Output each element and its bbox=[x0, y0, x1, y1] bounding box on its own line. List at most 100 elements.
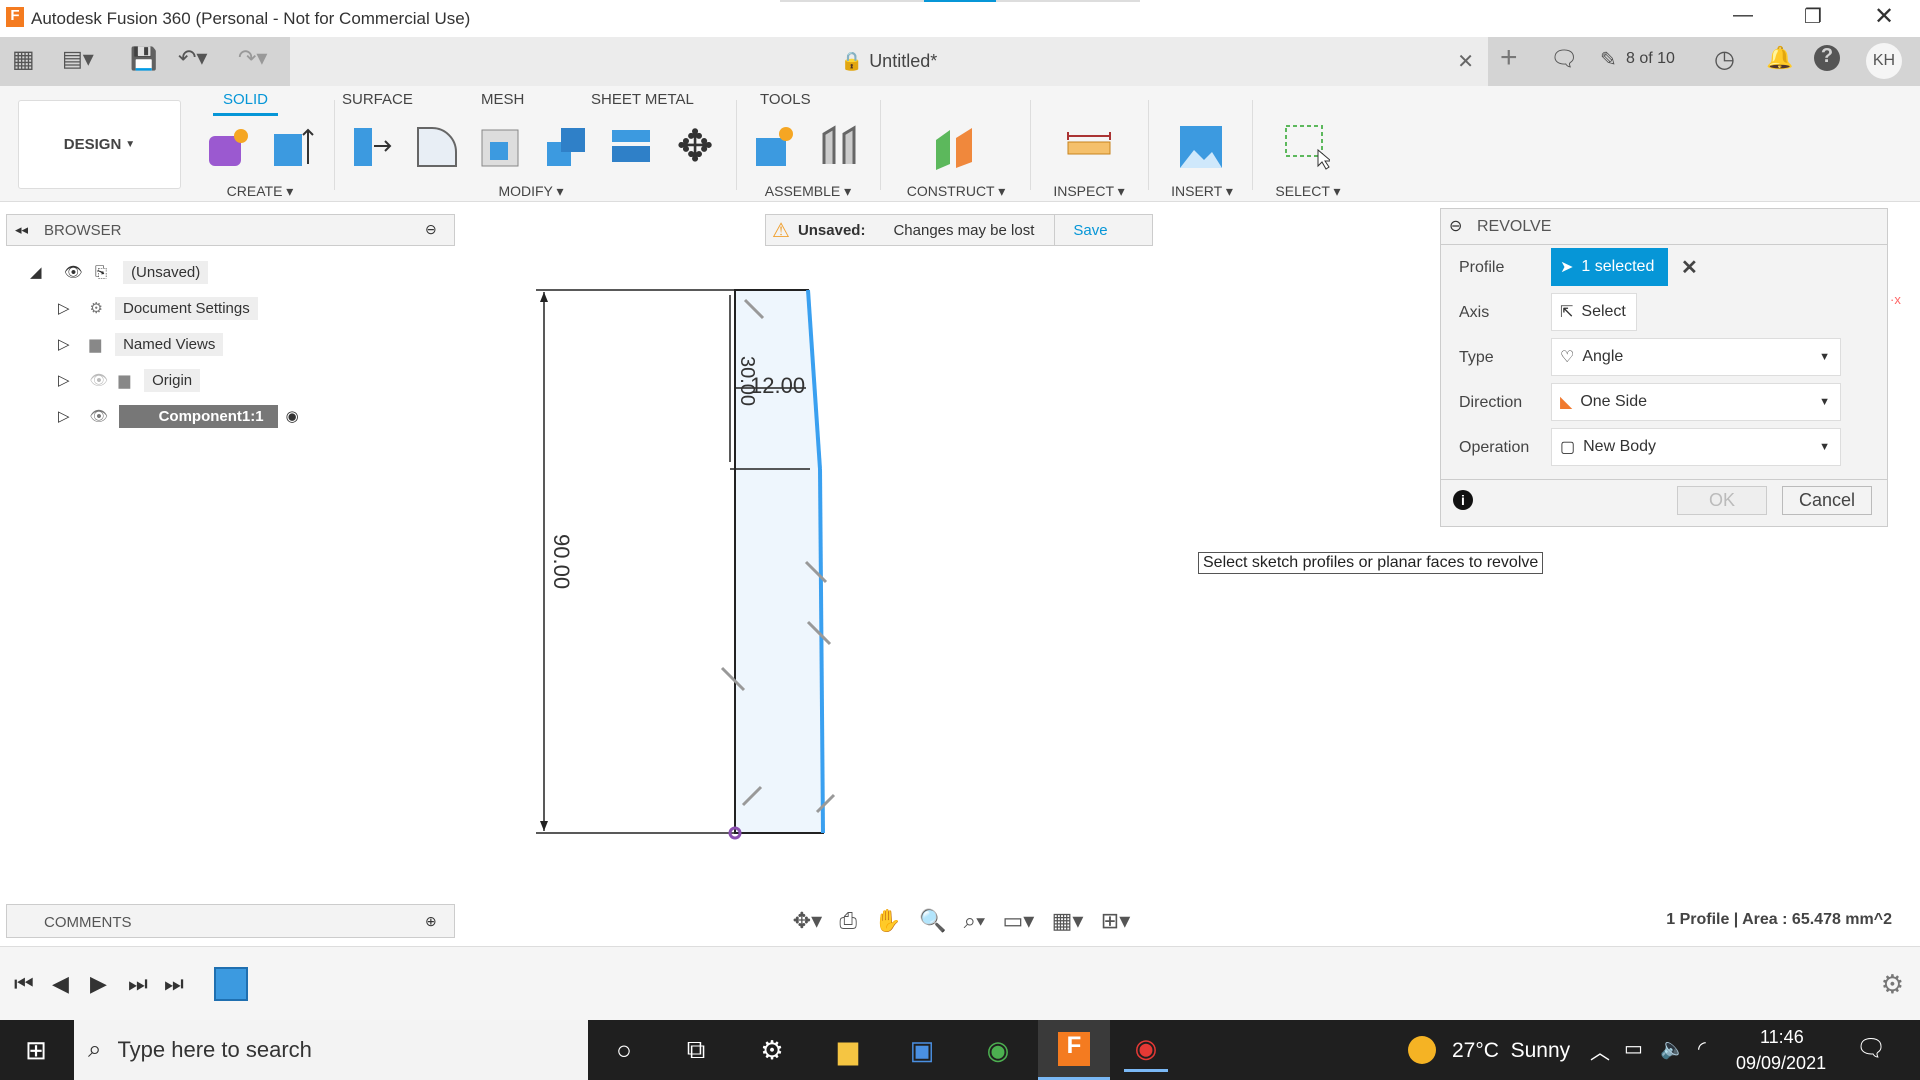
combine-icon[interactable] bbox=[543, 124, 589, 170]
save-link[interactable]: Save bbox=[1073, 222, 1107, 239]
info-icon[interactable]: i bbox=[1453, 490, 1473, 510]
workspace-switcher[interactable]: DESIGN ▼ bbox=[18, 100, 181, 189]
file-explorer-icon[interactable]: ▆ bbox=[826, 1028, 870, 1072]
job-status-icon[interactable]: ✎ bbox=[1600, 47, 1617, 72]
show-hidden-icons[interactable]: ︿ bbox=[1590, 1036, 1610, 1065]
browser-item-component[interactable]: ▷ 👁 Component1:1 ◉ bbox=[58, 401, 299, 431]
eye-icon[interactable]: 👁 bbox=[64, 263, 83, 281]
cortana-icon[interactable]: ○ bbox=[602, 1028, 646, 1072]
fit-icon[interactable]: ⌕▾ bbox=[964, 908, 986, 934]
play-icon[interactable]: ▶ bbox=[90, 971, 107, 997]
redo-icon[interactable]: ↷▾ bbox=[238, 45, 267, 71]
help-icon[interactable]: ? bbox=[1814, 45, 1840, 71]
undo-icon[interactable]: ↶▾ bbox=[178, 45, 207, 71]
save-icon[interactable]: 💾 bbox=[130, 46, 157, 72]
clock-icon[interactable]: ◷ bbox=[1714, 45, 1735, 74]
close-window-button[interactable]: ✕ bbox=[1874, 2, 1894, 31]
select-menu[interactable]: SELECT ▾ bbox=[1275, 183, 1340, 200]
browser-item-document-settings[interactable]: ▷ ⚙ Document Settings bbox=[58, 293, 258, 323]
direction-dropdown[interactable]: ◣ One Side ▼ bbox=[1551, 383, 1841, 421]
eye-icon[interactable]: 👁 bbox=[90, 407, 109, 425]
minimize-button[interactable]: — bbox=[1733, 4, 1753, 27]
clear-selection-icon[interactable]: ✕ bbox=[1681, 255, 1698, 280]
cancel-button[interactable]: Cancel bbox=[1782, 486, 1872, 515]
shell-icon[interactable] bbox=[478, 124, 524, 170]
tab-tools[interactable]: TOOLS bbox=[760, 91, 811, 108]
tab-solid[interactable]: SOLID bbox=[213, 91, 279, 116]
document-tab[interactable]: 🔒 Untitled* ✕ bbox=[290, 37, 1488, 86]
volume-icon[interactable]: 🔈 bbox=[1660, 1036, 1685, 1061]
axis-selector[interactable]: ⇱ Select bbox=[1551, 293, 1637, 331]
comments-icon[interactable]: 🗨 bbox=[1550, 46, 1578, 72]
operation-dropdown[interactable]: ▢ New Body ▼ bbox=[1551, 428, 1841, 466]
job-status-count[interactable]: 8 of 10 bbox=[1626, 50, 1675, 68]
notification-bell-icon[interactable]: 🔔 bbox=[1766, 45, 1793, 71]
timeline-settings-icon[interactable]: ⚙ bbox=[1881, 969, 1904, 1000]
profile-selector[interactable]: ➤ 1 selected bbox=[1551, 248, 1668, 286]
pan-icon[interactable]: ✋ bbox=[874, 908, 901, 934]
close-tab-icon[interactable]: ✕ bbox=[1457, 49, 1474, 74]
apps-grid-icon[interactable]: ▦ bbox=[12, 45, 35, 74]
viewports-icon[interactable]: ⊞▾ bbox=[1101, 908, 1130, 934]
ok-button[interactable]: OK bbox=[1677, 486, 1767, 515]
assemble-menu[interactable]: ASSEMBLE ▾ bbox=[765, 183, 851, 200]
new-component-icon[interactable] bbox=[205, 124, 251, 170]
type-dropdown[interactable]: ♡ Angle ▼ bbox=[1551, 338, 1841, 376]
go-to-end-icon[interactable]: ⏭ bbox=[164, 971, 184, 997]
file-menu-icon[interactable]: ▤▾ bbox=[62, 46, 94, 72]
go-to-start-icon[interactable]: ⏮ bbox=[14, 971, 34, 997]
restore-button[interactable]: ❐ bbox=[1804, 4, 1822, 29]
construct-menu[interactable]: CONSTRUCT ▾ bbox=[907, 183, 1006, 200]
modify-menu[interactable]: MODIFY ▾ bbox=[498, 183, 563, 200]
offset-plane-icon[interactable] bbox=[932, 124, 978, 170]
step-forward-icon[interactable]: ⏭ bbox=[128, 971, 148, 997]
browser-minimize-icon[interactable]: ⊖ bbox=[425, 221, 437, 238]
chrome-icon[interactable]: ◉ bbox=[976, 1028, 1020, 1072]
step-back-icon[interactable]: ◀ bbox=[52, 971, 69, 997]
tab-sheet-metal[interactable]: SHEET METAL bbox=[591, 91, 694, 108]
move-icon[interactable]: ✥ bbox=[672, 124, 718, 170]
new-component-assemble-icon[interactable] bbox=[752, 124, 798, 170]
wifi-icon[interactable]: ◜ bbox=[1698, 1036, 1706, 1061]
dimension-90[interactable]: 90.00 bbox=[549, 534, 574, 589]
chrome-icon-2[interactable]: ◉ bbox=[1124, 1028, 1168, 1072]
settings-icon[interactable]: ⚙ bbox=[750, 1028, 794, 1072]
new-tab-button[interactable]: + bbox=[1500, 41, 1518, 75]
activate-component-icon[interactable]: ◉ bbox=[286, 407, 299, 425]
collapse-browser-icon[interactable]: ◂◂ bbox=[15, 222, 28, 238]
add-comment-icon[interactable]: ⊕ bbox=[425, 913, 437, 930]
press-pull-icon[interactable] bbox=[350, 124, 396, 170]
fusion-taskbar-icon[interactable]: F bbox=[1038, 1020, 1110, 1080]
joint-icon[interactable] bbox=[818, 124, 864, 170]
orbit-icon[interactable]: ✥▾ bbox=[793, 908, 822, 934]
measure-icon[interactable] bbox=[1066, 124, 1112, 170]
tab-mesh[interactable]: MESH bbox=[481, 91, 524, 108]
create-menu[interactable]: CREATE ▾ bbox=[227, 183, 294, 200]
dimension-12[interactable]: 12.00 bbox=[750, 373, 805, 398]
zoom-icon[interactable]: 🔍 bbox=[919, 908, 946, 934]
task-view-icon[interactable]: ⧉ bbox=[674, 1028, 718, 1072]
insert-menu[interactable]: INSERT ▾ bbox=[1171, 183, 1233, 200]
start-icon[interactable]: ⊞ bbox=[14, 1028, 58, 1072]
display-settings-icon[interactable]: ▭▾ bbox=[1003, 908, 1035, 934]
winrar-icon[interactable]: ▣ bbox=[900, 1028, 944, 1072]
timeline-sketch-feature[interactable] bbox=[214, 967, 248, 1001]
browser-item-origin[interactable]: ▷ 👁 ▆ Origin bbox=[58, 365, 201, 395]
action-center-icon[interactable]: 🗨 bbox=[1856, 1034, 1886, 1063]
user-avatar[interactable]: KH bbox=[1866, 43, 1902, 79]
taskbar-search[interactable]: ⌕ Type here to search bbox=[74, 1020, 588, 1080]
select-window-icon[interactable] bbox=[1284, 124, 1333, 170]
fillet-icon[interactable] bbox=[414, 124, 460, 170]
battery-icon[interactable]: ▭ bbox=[1624, 1036, 1643, 1061]
collapse-dialog-icon[interactable]: ⊖ bbox=[1449, 216, 1462, 236]
grid-icon[interactable]: ▦▾ bbox=[1052, 908, 1084, 934]
browser-item-named-views[interactable]: ▷ ▆ Named Views bbox=[58, 329, 224, 359]
eye-hidden-icon[interactable]: 👁 bbox=[90, 371, 109, 389]
insert-image-icon[interactable] bbox=[1178, 124, 1224, 170]
inspect-menu[interactable]: INSPECT ▾ bbox=[1053, 183, 1124, 200]
tab-surface[interactable]: SURFACE bbox=[342, 91, 413, 108]
extrude-icon[interactable] bbox=[270, 124, 316, 170]
sketch-canvas[interactable]: 90.00 30.00 12.00 bbox=[500, 270, 860, 850]
browser-item-root[interactable]: ◢ 👁 ⎘ (Unsaved) bbox=[30, 257, 209, 287]
clock-date[interactable]: 09/09/2021 bbox=[1736, 1053, 1826, 1074]
